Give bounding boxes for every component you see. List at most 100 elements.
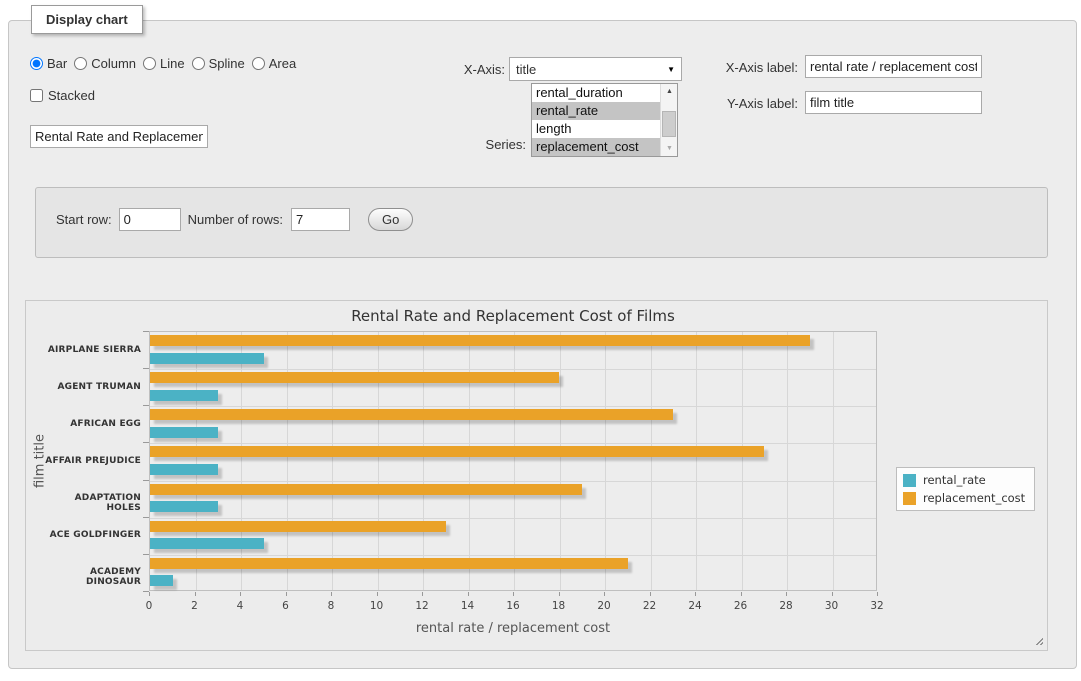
series-option-length[interactable]: length — [532, 120, 660, 138]
radio-label: Spline — [209, 56, 245, 71]
radio-label: Column — [91, 56, 136, 71]
row-controls: Start row: Number of rows: Go — [56, 208, 413, 231]
x-tick-label: 30 — [812, 600, 852, 612]
radio-spline[interactable] — [192, 57, 205, 70]
radio-label: Bar — [47, 56, 67, 71]
x-tick-label: 28 — [766, 600, 806, 612]
stacked-label: Stacked — [48, 88, 95, 103]
x-tick-label: 22 — [630, 600, 670, 612]
stacked-checkbox[interactable] — [30, 89, 43, 102]
radio-area[interactable] — [252, 57, 265, 70]
panel-title: Display chart — [31, 5, 143, 34]
rental_rate-bar — [150, 390, 218, 401]
y-tick-label: AFRICAN EGG — [41, 419, 141, 429]
gridline-horizontal — [150, 443, 876, 444]
chart-type-area[interactable]: Area — [252, 56, 296, 71]
series-option-rental_duration[interactable]: rental_duration — [532, 84, 660, 102]
series-scrollbar[interactable]: ▲ ▼ — [660, 84, 677, 156]
gridline-vertical — [196, 332, 197, 590]
x-tick-mark — [286, 592, 287, 596]
radio-column[interactable] — [74, 57, 87, 70]
scroll-up-icon[interactable]: ▲ — [661, 84, 678, 99]
x-tick-label: 8 — [311, 600, 351, 612]
go-button[interactable]: Go — [368, 208, 413, 231]
replacement_cost-bar — [150, 372, 559, 383]
x-tick-label: 18 — [539, 600, 579, 612]
gridline-horizontal — [150, 518, 876, 519]
y-tick-mark — [143, 591, 149, 592]
x-tick-label: 6 — [266, 600, 306, 612]
start-row-label: Start row: — [56, 212, 112, 227]
chart-legend: rental_ratereplacement_cost — [896, 467, 1035, 511]
y-tick-label: AGENT TRUMAN — [41, 382, 141, 392]
resize-handle-icon[interactable] — [1033, 635, 1043, 645]
chart-type-bar[interactable]: Bar — [30, 56, 67, 71]
y-tick-mark — [143, 554, 149, 555]
gridline-vertical — [378, 332, 379, 590]
x-axis-label-label: X-Axis label: — [718, 60, 798, 75]
gridline-vertical — [423, 332, 424, 590]
series-label: Series: — [468, 137, 526, 152]
x-axis-select-label: X-Axis: — [455, 62, 505, 77]
y-axis-label-label: Y-Axis label: — [718, 96, 798, 111]
x-tick-mark — [422, 592, 423, 596]
y-tick-label: ACE GOLDFINGER — [41, 530, 141, 540]
series-option-rental_rate[interactable]: rental_rate — [532, 102, 660, 120]
x-tick-mark — [650, 592, 651, 596]
gridline-vertical — [696, 332, 697, 590]
scrollbar-thumb[interactable] — [662, 111, 676, 137]
chart-title: Rental Rate and Replacement Cost of Film… — [149, 307, 877, 325]
gridline-vertical — [469, 332, 470, 590]
y-tick-label: ACADEMY DINOSAUR — [41, 567, 141, 587]
radio-label: Area — [269, 56, 296, 71]
gridline-horizontal — [150, 369, 876, 370]
series-option-replacement_cost[interactable]: replacement_cost — [532, 138, 660, 156]
x-tick-mark — [786, 592, 787, 596]
stacked-checkbox-row[interactable]: Stacked — [30, 88, 95, 103]
gridline-horizontal — [150, 406, 876, 407]
x-tick-label: 16 — [493, 600, 533, 612]
rental_rate-bar — [150, 353, 264, 364]
x-tick-mark — [695, 592, 696, 596]
x-tick-mark — [741, 592, 742, 596]
replacement_cost-bar — [150, 484, 582, 495]
chart-title-input[interactable] — [30, 125, 208, 148]
radio-label: Line — [160, 56, 185, 71]
y-tick-label: ADAPTATION HOLES — [41, 493, 141, 513]
x-tick-mark — [513, 592, 514, 596]
y-axis-label-input[interactable] — [805, 91, 982, 114]
y-tick-label: AIRPLANE SIERRA — [41, 345, 141, 355]
gridline-vertical — [787, 332, 788, 590]
x-axis-label-input[interactable] — [805, 55, 982, 78]
radio-bar[interactable] — [30, 57, 43, 70]
x-tick-mark — [240, 592, 241, 596]
row-controls-panel: Start row: Number of rows: Go — [35, 187, 1048, 258]
start-row-input[interactable] — [119, 208, 181, 231]
gridline-vertical — [560, 332, 561, 590]
x-tick-mark — [468, 592, 469, 596]
x-tick-mark — [832, 592, 833, 596]
rental_rate-bar — [150, 427, 218, 438]
rental_rate-bar — [150, 501, 218, 512]
gridline-vertical — [332, 332, 333, 590]
x-tick-label: 10 — [357, 600, 397, 612]
num-rows-label: Number of rows: — [188, 212, 283, 227]
chart-type-column[interactable]: Column — [74, 56, 136, 71]
chart-type-line[interactable]: Line — [143, 56, 185, 71]
x-tick-label: 4 — [220, 600, 260, 612]
x-tick-mark — [559, 592, 560, 596]
x-tick-mark — [377, 592, 378, 596]
chart-container: Rental Rate and Replacement Cost of Film… — [25, 300, 1048, 651]
scroll-down-icon[interactable]: ▼ — [661, 141, 678, 156]
chart-type-spline[interactable]: Spline — [192, 56, 245, 71]
gridline-vertical — [833, 332, 834, 590]
x-tick-mark — [604, 592, 605, 596]
num-rows-input[interactable] — [291, 208, 350, 231]
x-tick-mark — [195, 592, 196, 596]
gridline-vertical — [514, 332, 515, 590]
legend-item-replacement_cost: replacement_cost — [903, 491, 1025, 505]
x-tick-label: 26 — [721, 600, 761, 612]
series-listbox[interactable]: rental_durationrental_ratelengthreplacem… — [531, 83, 678, 157]
x-axis-select[interactable]: title ▼ — [509, 57, 682, 81]
radio-line[interactable] — [143, 57, 156, 70]
